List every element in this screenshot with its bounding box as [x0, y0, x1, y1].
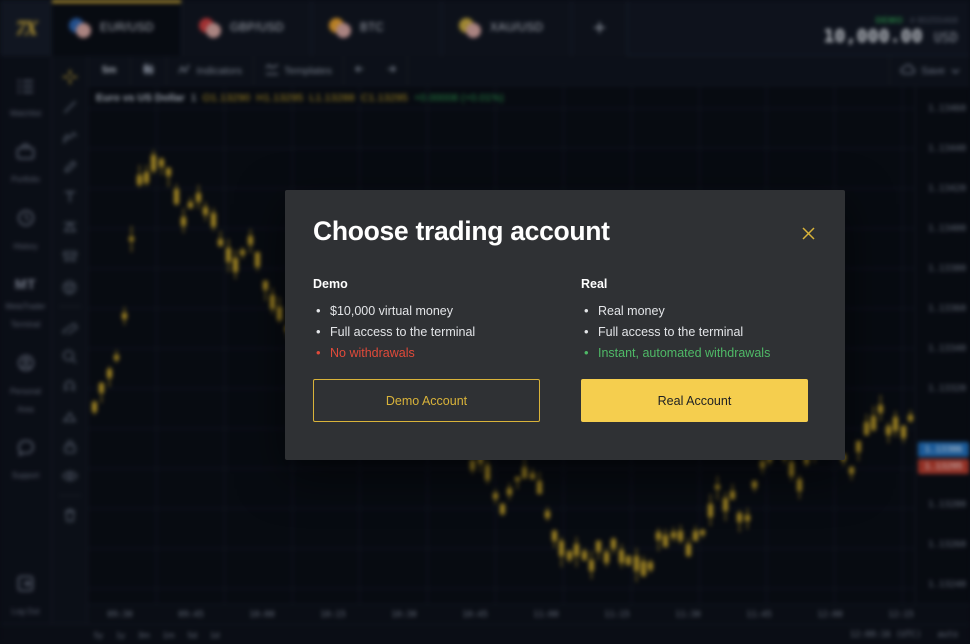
modal-header: Choose trading account: [313, 216, 817, 247]
feature-item-negative: No withdrawals: [313, 345, 540, 360]
feature-list: $10,000 virtual money Full access to the…: [313, 303, 540, 360]
account-options: Demo $10,000 virtual money Full access t…: [313, 277, 817, 422]
feature-list: Real money Full access to the terminal I…: [581, 303, 808, 360]
demo-account-button[interactable]: Demo Account: [313, 379, 540, 422]
feature-item: $10,000 virtual money: [313, 303, 540, 318]
column-title: Real: [581, 277, 608, 291]
modal-title: Choose trading account: [313, 216, 610, 246]
trading-terminal-window: 7X EUR/USD GBP/USD BTC XAU/USD + DEMO # …: [0, 0, 970, 644]
feature-item: Full access to the terminal: [581, 324, 808, 339]
real-account-column: Real Real money Full access to the termi…: [581, 277, 808, 422]
feature-item: Full access to the terminal: [313, 324, 540, 339]
feature-item-positive: Instant, automated withdrawals: [581, 345, 808, 360]
demo-account-column: Demo $10,000 virtual money Full access t…: [313, 277, 540, 422]
close-icon[interactable]: [797, 222, 819, 244]
feature-item: Real money: [581, 303, 808, 318]
real-account-button[interactable]: Real Account: [581, 379, 808, 422]
column-title: Demo: [313, 277, 348, 291]
choose-account-modal: Choose trading account Demo $10,000 virt…: [285, 190, 845, 460]
